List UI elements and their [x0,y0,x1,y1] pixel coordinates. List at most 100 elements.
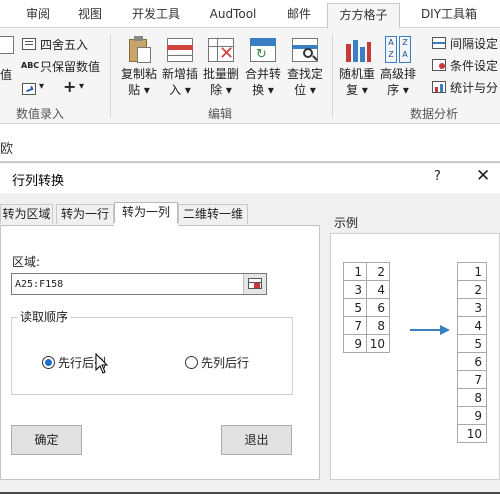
dialog-title: 行列转换 [12,174,65,189]
example-result-cell: 5 [457,334,487,353]
batch-delete-button[interactable]: ✕ 批量删 除 ▾ [201,36,241,98]
insert-label-2: 入 ▾ [169,83,191,97]
tab-diy-toolbox[interactable]: DIY工具箱 [410,5,488,28]
tab-to-row[interactable]: 转为一行 [56,204,114,224]
batch-delete-label-2: 除 ▾ [210,83,232,97]
copy-paste-label-2: 贴 ▾ [128,83,150,97]
bar-chart-icon [343,36,371,64]
example-result-cell: 4 [457,316,487,335]
group-label-edit: 编辑 [208,107,233,121]
example-result-cell: 1 [457,262,487,281]
tab-review[interactable]: 审阅 [20,5,56,28]
example-source-cell: 1 [343,262,367,281]
delete-grid-icon: ✕ [207,36,235,64]
area-label: 区域: [12,255,41,269]
example-source-cell: 4 [366,280,390,299]
stats-icon [432,81,446,93]
example-result-cell: 3 [457,298,487,317]
mouse-cursor-icon [95,353,109,374]
interval-setting-button[interactable]: 间隔设定 [450,35,498,52]
close-button[interactable]: ✕ [476,166,490,186]
dialog-titlebar[interactable] [0,163,500,193]
find-locate-button[interactable]: 查找定 位 ▾ [285,36,325,98]
active-tab-gap [114,223,178,227]
example-source-row: 12 [343,262,390,281]
tab-developer[interactable]: 开发工具 [128,5,184,28]
merge-convert-label-2: 换 ▾ [252,83,274,97]
radio-col-first[interactable] [185,356,198,369]
round-button[interactable]: 四舍五入 [40,36,88,53]
radio-col-first-label[interactable]: 先列后行 [201,354,249,371]
statistics-button[interactable]: 统计与分 [450,79,498,96]
range-picker-button[interactable] [243,274,266,294]
ok-button[interactable]: 确定 [11,425,82,455]
copy-paste-label: 复制粘 [120,67,157,81]
tab-to-area[interactable]: 转为区域 [0,204,53,224]
example-source-cell: 7 [343,316,367,335]
insert-rows-icon [166,36,194,64]
example-result-row: 3 [457,298,487,317]
abc-icon: ABC [21,61,40,70]
example-result-row: 10 [457,424,487,443]
magnifier-icon [291,36,319,64]
value-label[interactable]: 值 [0,66,12,83]
tab-audtool[interactable]: AudTool [203,5,263,28]
insert-label: 新增插 [161,67,198,81]
example-result-row: 6 [457,352,487,371]
keep-value-button[interactable]: 只保留数值 [40,58,100,75]
merge-convert-label: 合并转 [244,67,281,81]
example-source-cell: 8 [366,316,390,335]
advanced-sort-label: 高级排 [379,67,416,81]
advanced-sort-button[interactable]: AZ ZA 高级排 序 ▾ [378,36,418,98]
sort-az-icon: AZ ZA [384,36,412,64]
clipboard-icon [125,36,153,64]
tab-2d-to-1d[interactable]: 二维转一维 [178,204,248,224]
example-result-row: 7 [457,370,487,389]
tab-fangfanggezi[interactable]: 方方格子 [327,3,400,29]
example-result-row: 9 [457,406,487,425]
tab-view[interactable]: 视图 [74,5,106,28]
condition-setting-button[interactable]: 条件设定 [450,57,498,74]
random-repeat-label-2: 复 ▾ [346,83,368,97]
help-button[interactable]: ? [434,169,441,184]
chevron-down-icon[interactable]: ▾ [79,81,84,92]
random-repeat-button[interactable]: 随机重 复 ▾ [337,36,377,98]
merge-convert-button[interactable]: ↻ 合并转 换 ▾ [243,36,283,98]
example-result-cell: 8 [457,388,487,407]
group-label-numeric: 数值录入 [16,107,65,121]
example-result-row: 8 [457,388,487,407]
read-order-groupbox [11,317,293,395]
fill-icon[interactable] [22,83,36,95]
example-source-row: 34 [343,280,390,299]
arrow-right-icon [410,325,450,335]
tab-mail[interactable]: 邮件 [283,5,315,28]
radio-row-first[interactable] [42,356,55,369]
tab-to-column[interactable]: 转为一列 [114,202,178,225]
sheet-grid-strip [0,492,500,500]
round-icon [22,38,36,50]
example-source-cell: 2 [366,262,390,281]
example-result-grid: 1 2 3 4 5 6 7 8 9 10 [457,262,487,443]
value-icon[interactable] [0,36,14,54]
find-locate-label-2: 位 ▾ [294,83,316,97]
example-source-cell: 10 [366,334,390,353]
example-result-row: 5 [457,334,487,353]
copy-paste-button[interactable]: 复制粘 贴 ▾ [119,36,159,98]
condition-icon [432,59,446,71]
ribbon-tab-bar: 审阅 视图 开发工具 AudTool 邮件 方方格子 DIY工具箱 [0,0,500,29]
formula-bar-text: 欧 [0,142,14,157]
read-order-label: 读取顺序 [18,308,71,325]
insert-button[interactable]: 新增插 入 ▾ [160,36,200,98]
chevron-down-icon[interactable]: ▾ [39,81,44,92]
merge-icon: ↻ [249,36,277,64]
formula-bar[interactable] [0,124,500,162]
example-result-row: 1 [457,262,487,281]
example-label: 示例 [334,216,359,230]
area-input[interactable]: A25:F158 [11,273,267,295]
exit-button[interactable]: 退出 [221,425,292,455]
example-result-cell: 10 [457,424,487,443]
plus-icon[interactable]: + [63,77,76,96]
example-source-cell: 3 [343,280,367,299]
example-source-row: 78 [343,316,390,335]
example-result-row: 2 [457,280,487,299]
